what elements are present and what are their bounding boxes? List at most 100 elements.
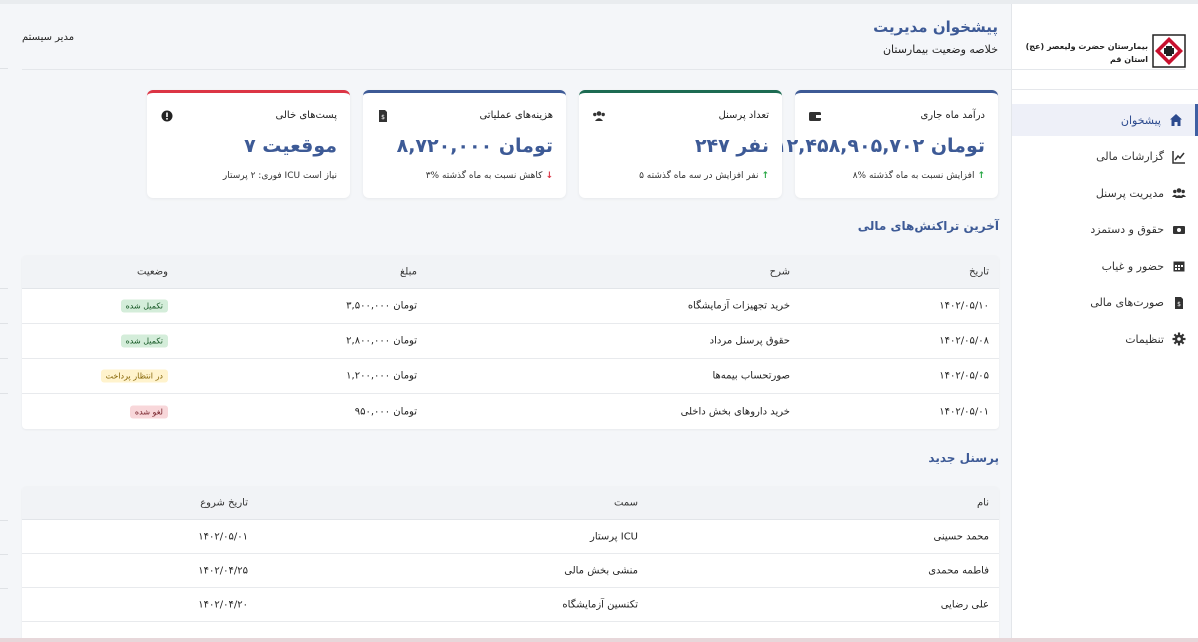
card-operating-costs: هزینه‌های عملیاتی $ ۸,۷۲۰,۰۰۰ تومان ۳% ک… <box>363 90 566 198</box>
new-staff-title: پرسنل جدید <box>928 451 999 465</box>
users-icon <box>593 111 605 121</box>
header-amount: مبلغ <box>399 266 417 277</box>
sidebar-item-financial-statements[interactable]: صورت‌های مالی $ <box>1012 287 1198 319</box>
cell-amount: ۱,۲۰۰,۰۰۰ تومان <box>346 370 417 382</box>
sidebar-nav: پیشخوان گزارشات مالی مدیریت پرسنل حقوق و… <box>1012 104 1198 355</box>
cell-role: پرستار ICU <box>589 531 638 542</box>
cell-amount: ۳,۵۰۰,۰۰۰ تومان <box>346 300 417 312</box>
header-desc: شرح <box>769 266 790 277</box>
user-name[interactable]: مدیر سیستم <box>22 32 74 43</box>
chart-line-icon <box>1172 150 1186 164</box>
left-pane-edge <box>0 323 8 324</box>
new-staff-table: نام سمت تاریخ شروع محمد حسینی پرستار ICU… <box>22 486 999 638</box>
header-date: تاریخ <box>969 266 989 277</box>
users-icon <box>1172 186 1186 200</box>
sidebar-item-financial-reports[interactable]: گزارشات مالی <box>1012 141 1198 173</box>
header-start: تاریخ شروع <box>200 497 248 508</box>
sidebar-item-payroll[interactable]: حقوق و دستمزد <box>1012 214 1198 246</box>
table-row[interactable]: محمد حسینی پرستار ICU ۱۴۰۲/۰۵/۰۱ <box>22 520 999 554</box>
invoice-icon: $ <box>379 110 387 122</box>
left-pane-edge <box>0 588 8 589</box>
left-pane-edge <box>0 393 8 394</box>
card-note: ۸% افزایش نسبت به ماه گذشته ↑ <box>853 171 985 181</box>
alert-icon <box>161 110 173 122</box>
card-note: ۵ نفر افزایش در سه ماه گذشته ↑ <box>639 171 769 181</box>
cell-start: ۱۴۰۲/۰۵/۰۱ <box>198 531 248 542</box>
sidebar-item-staff[interactable]: مدیریت پرسنل <box>1012 177 1198 209</box>
cell-date: ۱۴۰۲/۰۵/۰۵ <box>939 370 989 382</box>
left-pane-edge <box>0 288 8 289</box>
wallet-icon <box>809 112 821 121</box>
cell-name: محمد حسینی <box>933 531 990 542</box>
card-note: ۳% کاهش نسبت به ماه گذشته ↓ <box>426 171 553 181</box>
left-pane-edge <box>0 68 8 69</box>
transactions-table: تاریخ شرح مبلغ وضعیت ۱۴۰۲/۰۵/۱۰ خرید تجه… <box>22 255 999 429</box>
card-title: درآمد ماه جاری <box>920 110 985 121</box>
status-badge: لغو شده <box>129 405 168 418</box>
sidebar-item-attendance[interactable]: حضور و غیاب <box>1012 250 1198 282</box>
cell-desc: خرید تجهیزات آزمایشگاه <box>687 300 790 312</box>
card-value: ۸,۷۲۰,۰۰۰ تومان <box>396 135 553 157</box>
header-status: وضعیت <box>137 266 168 277</box>
cell-amount: ۲,۸۰۰,۰۰۰ تومان <box>346 335 417 347</box>
transactions-title: آخرین تراکنش‌های مالی <box>857 219 999 233</box>
status-badge: تکمیل شده <box>120 334 168 348</box>
cell-date: ۱۴۰۲/۰۵/۰۱ <box>939 406 989 417</box>
cell-date: ۱۴۰۲/۰۵/۰۸ <box>939 335 989 347</box>
table-row[interactable]: ۱۴۰۲/۰۵/۰۱ خرید داروهای بخش داخلی ۹۵۰,۰۰… <box>22 394 999 429</box>
hospital-name-line2: استان قم <box>1109 55 1148 64</box>
card-staff-count: تعداد پرسنل ۲۴۷ نفر ۵ نفر افزایش در سه م… <box>579 90 782 198</box>
cell-name: علی رضایی <box>940 599 989 610</box>
header: پیشخوان مدیریت خلاصه وضعیت بیمارستان مدی… <box>0 4 1011 70</box>
money-icon <box>1172 223 1186 237</box>
card-value: ۱۲,۴۵۸,۹۰۵,۷۰۲ تومان <box>774 135 985 157</box>
table-row[interactable]: فاطمه محمدی منشی بخش مالی ۱۴۰۲/۰۴/۲۵ <box>22 554 999 588</box>
sidebar-item-label: مدیریت پرسنل <box>1095 186 1164 200</box>
card-vacancies: پست‌های خالی ۷ موقعیت فوری: ۲ پرستار ICU… <box>147 90 350 198</box>
sidebar-item-label: گزارشات مالی <box>1096 150 1164 163</box>
hospital-name-line1: بیمارستان حضرت ولیعصر (عج) <box>1025 42 1148 51</box>
arrow-down-icon: ↓ <box>545 171 553 181</box>
home-icon <box>1169 113 1183 127</box>
card-value: ۲۴۷ نفر <box>694 135 769 157</box>
hospital-logo-icon <box>1152 34 1186 68</box>
table-row[interactable]: علی رضایی تکنسین آزمایشگاه ۱۴۰۲/۰۴/۲۰ <box>22 588 999 622</box>
card-note: فوری: ۲ پرستار ICU نیاز است <box>223 171 337 181</box>
cell-start: ۱۴۰۲/۰۴/۲۵ <box>198 565 248 576</box>
cell-start: ۱۴۰۲/۰۴/۲۰ <box>198 599 248 610</box>
arrow-up-icon: ↑ <box>977 171 985 181</box>
cell-desc: خرید داروهای بخش داخلی <box>680 406 790 417</box>
left-pane-edge <box>0 554 8 555</box>
status-badge: تکمیل شده <box>120 299 168 313</box>
card-title: هزینه‌های عملیاتی <box>479 110 553 121</box>
card-title: پست‌های خالی <box>275 110 337 121</box>
cell-role: تکنسین آزمایشگاه <box>562 599 638 610</box>
sidebar-item-label: حقوق و دستمزد <box>1090 223 1164 236</box>
table-header: تاریخ شرح مبلغ وضعیت <box>22 255 999 289</box>
cell-name: فاطمه محمدی <box>928 565 989 576</box>
calendar-icon <box>1172 259 1186 273</box>
left-pane-edge <box>0 358 8 359</box>
sidebar: بیمارستان حضرت ولیعصر (عج) استان قم پیشخ… <box>1011 4 1198 638</box>
sidebar-item-label: پیشخوان <box>1120 113 1161 127</box>
card-note-text: فوری: ۲ پرستار ICU نیاز است <box>222 171 337 181</box>
cell-role: منشی بخش مالی <box>564 565 638 576</box>
page-title: پیشخوان مدیریت <box>873 18 998 36</box>
invoice-icon: $ <box>1172 296 1186 310</box>
cell-desc: صورتحساب بیمه‌ها <box>712 370 790 382</box>
sidebar-item-label: حضور و غیاب <box>1101 259 1164 273</box>
gear-icon <box>1172 332 1186 346</box>
arrow-up-icon: ↑ <box>761 171 769 181</box>
sidebar-item-settings[interactable]: تنظیمات <box>1012 323 1198 355</box>
svg-text:$: $ <box>1177 301 1181 308</box>
table-row[interactable]: ۱۴۰۲/۰۵/۰۸ حقوق پرسنل مرداد ۲,۸۰۰,۰۰۰ تو… <box>22 324 999 359</box>
card-title: تعداد پرسنل <box>718 110 769 121</box>
table-header: نام سمت تاریخ شروع <box>22 486 999 520</box>
header-name: نام <box>976 497 989 508</box>
sidebar-item-dashboard[interactable]: پیشخوان <box>1012 104 1198 136</box>
cell-desc: حقوق پرسنل مرداد <box>709 335 790 347</box>
table-row[interactable]: ۱۴۰۲/۰۵/۰۵ صورتحساب بیمه‌ها ۱,۲۰۰,۰۰۰ تو… <box>22 359 999 394</box>
header-divider <box>22 69 1185 70</box>
table-row[interactable]: ۱۴۰۲/۰۵/۱۰ خرید تجهیزات آزمایشگاه ۳,۵۰۰,… <box>22 289 999 324</box>
cell-amount: ۹۵۰,۰۰۰ تومان <box>354 406 417 417</box>
